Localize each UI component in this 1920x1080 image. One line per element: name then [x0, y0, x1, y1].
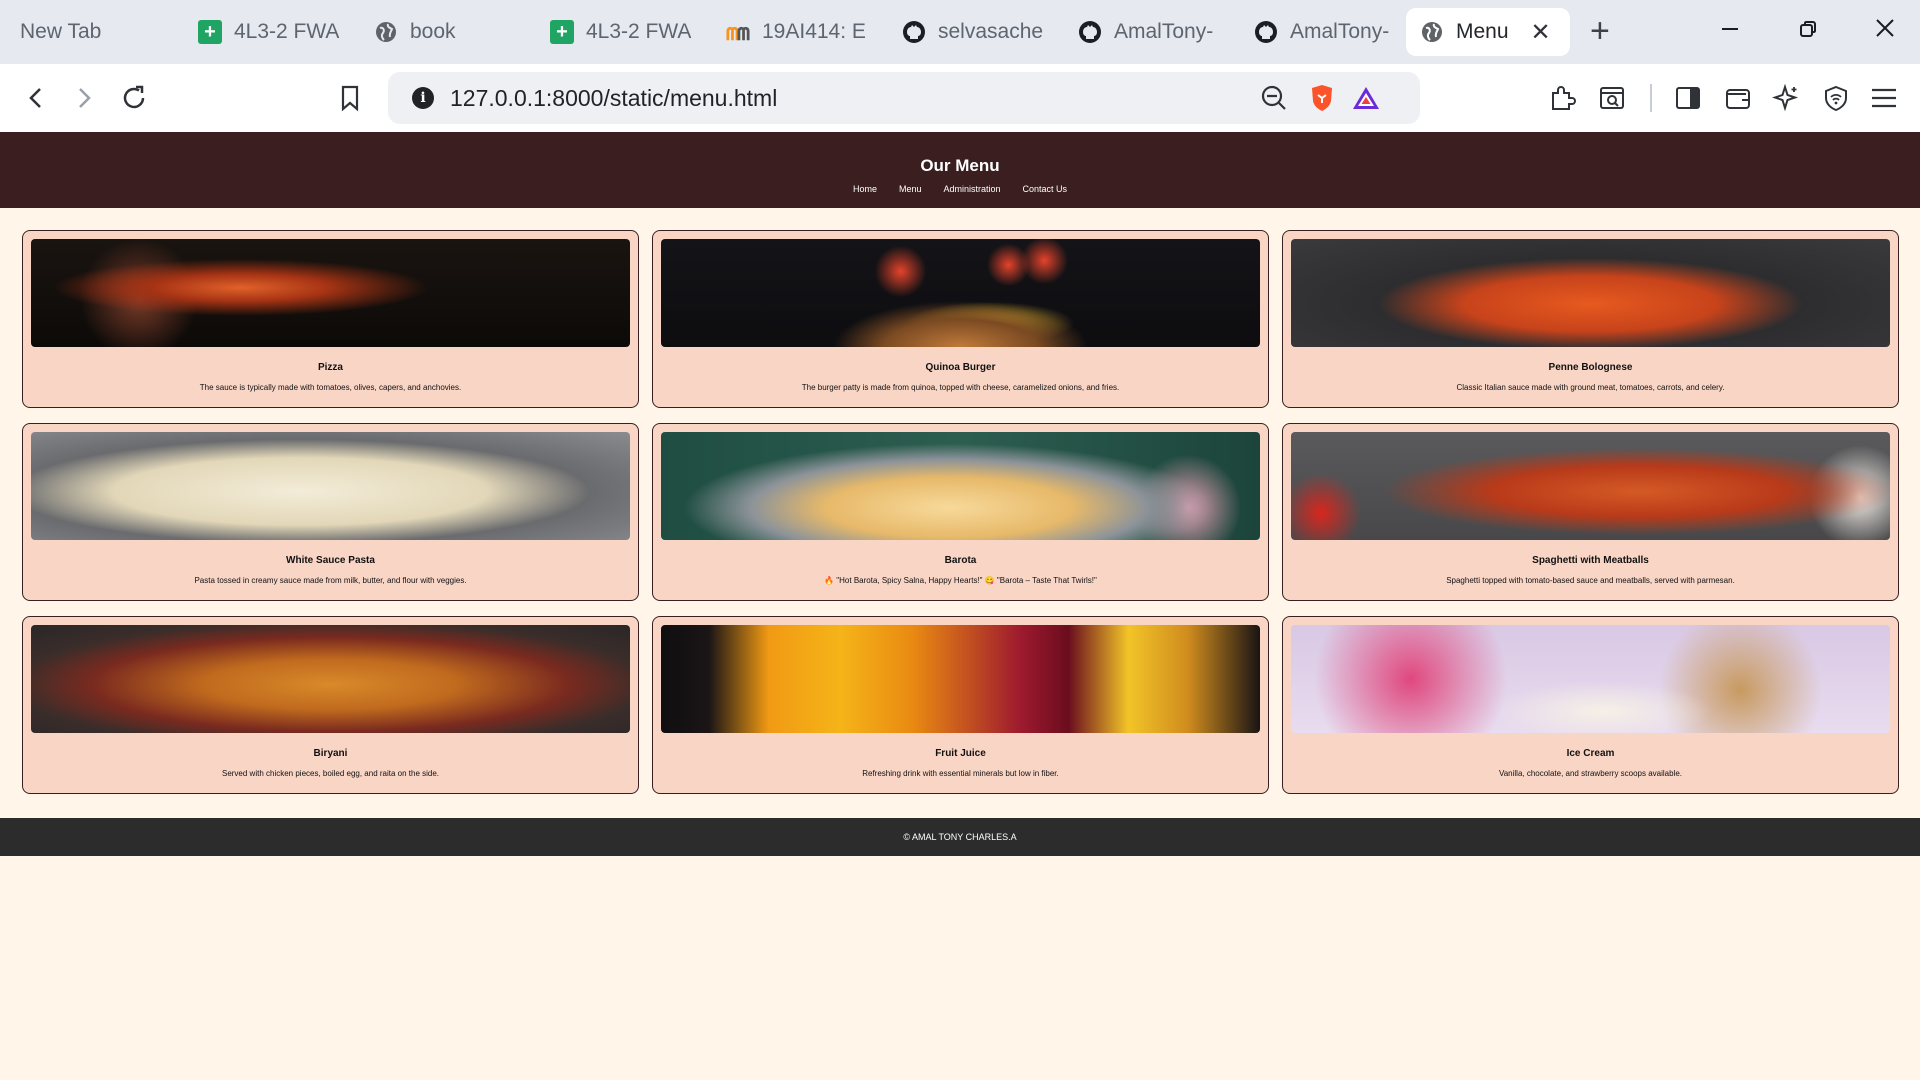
white-sauce-pasta-image — [31, 432, 630, 540]
nav-link-menu[interactable]: Menu — [899, 184, 922, 194]
pizza-image — [31, 239, 630, 347]
menu-item-name: Pizza — [317, 362, 343, 373]
vpn-icon[interactable] — [1820, 82, 1852, 114]
menu-item-name: Spaghetti with Meatballs — [1532, 555, 1649, 566]
back-icon[interactable] — [20, 82, 52, 114]
biryani-image — [31, 625, 630, 733]
menu-card-penne-bolognese: Penne Bolognese Classic Italian sauce ma… — [1282, 230, 1899, 408]
site-info-icon[interactable]: i — [412, 87, 434, 109]
page-title: Our Menu — [920, 156, 1000, 175]
sidebar-icon[interactable] — [1672, 82, 1704, 114]
brave-rewards-icon[interactable] — [1350, 82, 1382, 114]
tab-github-1[interactable]: selvasache — [888, 8, 1058, 56]
google-sheets-icon: + — [550, 20, 574, 44]
tab-title: New Tab — [20, 20, 102, 43]
menu-card-biryani: Biryani Served with chicken pieces, boil… — [22, 616, 639, 794]
tab-title: 4L3-2 FWA — [586, 20, 692, 43]
menu-card-pizza: Pizza The sauce is typically made with t… — [22, 230, 639, 408]
google-sheets-icon: + — [198, 20, 222, 44]
browser-tab-strip: New Tab + 4L3-2 FWA book + 4L3-2 FWA 19A… — [0, 0, 1920, 64]
minimize-icon[interactable] — [1720, 14, 1740, 50]
menu-item-description: Classic Italian sauce made with ground m… — [1456, 383, 1725, 392]
zoom-out-icon[interactable] — [1258, 82, 1290, 114]
menu-item-description: Pasta tossed in creamy sauce made from m… — [194, 576, 467, 585]
menu-card-barota: Barota 🔥 "Hot Barota, Spicy Salna, Happy… — [652, 423, 1269, 601]
menu-item-description: Vanilla, chocolate, and strawberry scoop… — [1498, 769, 1683, 778]
menu-grid: Pizza The sauce is typically made with t… — [22, 230, 1900, 794]
tab-search-icon[interactable] — [1596, 82, 1628, 114]
tab-sheets-2[interactable]: + 4L3-2 FWA — [536, 8, 706, 56]
address-bar[interactable]: i 127.0.0.1:8000/static/menu.html — [388, 72, 1420, 124]
tab-github-2[interactable]: AmalTony- — [1064, 8, 1234, 56]
ice-cream-image — [1291, 625, 1890, 733]
menu-card-ice-cream: Ice Cream Vanilla, chocolate, and strawb… — [1282, 616, 1899, 794]
browser-toolbar: i 127.0.0.1:8000/static/menu.html — [0, 64, 1920, 132]
penne-image — [1291, 239, 1890, 347]
menu-card-white-sauce-pasta: White Sauce Pasta Pasta tossed in creamy… — [22, 423, 639, 601]
menu-card-spaghetti-meatballs: Spaghetti with Meatballs Spaghetti toppe… — [1282, 423, 1899, 601]
nav-link-home[interactable]: Home — [853, 184, 877, 194]
bookmark-icon[interactable] — [334, 82, 366, 114]
leo-ai-icon[interactable] — [1770, 82, 1802, 114]
tab-title: Menu — [1456, 20, 1509, 43]
site-footer: © AMAL TONY CHARLES.A — [0, 818, 1920, 856]
github-icon — [1254, 20, 1278, 44]
tab-menu-active[interactable]: Menu ✕ — [1406, 8, 1570, 56]
github-icon — [902, 20, 926, 44]
tab-github-3[interactable]: AmalTony- — [1240, 8, 1410, 56]
moodle-icon — [726, 20, 750, 44]
menu-item-description: 🔥 "Hot Barota, Spicy Salna, Happy Hearts… — [824, 576, 1097, 585]
hamburger-menu-icon[interactable] — [1868, 82, 1900, 114]
tab-title: book — [410, 20, 456, 43]
menu-item-name: White Sauce Pasta — [286, 555, 375, 566]
tab-new-tab[interactable]: New Tab — [6, 8, 176, 56]
forward-icon[interactable] — [68, 82, 100, 114]
menu-item-name: Ice Cream — [1566, 748, 1615, 759]
toolbar-divider — [1650, 84, 1652, 112]
menu-item-description: Spaghetti topped with tomato-based sauce… — [1446, 576, 1735, 585]
site-header: Our Menu Home Menu Administration Contac… — [0, 132, 1920, 208]
tab-title: AmalTony- — [1114, 20, 1214, 43]
barota-image — [661, 432, 1260, 540]
github-icon — [1078, 20, 1102, 44]
menu-item-name: Quinoa Burger — [925, 362, 996, 373]
url-text[interactable]: 127.0.0.1:8000/static/menu.html — [450, 85, 777, 112]
brave-shield-icon[interactable] — [1306, 82, 1338, 114]
menu-item-description: The burger patty is made from quinoa, to… — [801, 383, 1120, 392]
menu-item-description: Served with chicken pieces, boiled egg, … — [221, 769, 440, 778]
globe-icon — [1420, 20, 1444, 44]
tab-sheets-1[interactable]: + 4L3-2 FWA — [184, 8, 354, 56]
restore-icon[interactable] — [1798, 14, 1818, 50]
close-window-icon[interactable] — [1874, 14, 1896, 50]
new-tab-button[interactable]: + — [1590, 14, 1610, 48]
menu-item-name: Fruit Juice — [935, 748, 986, 759]
wallet-icon[interactable] — [1722, 82, 1754, 114]
tab-title: AmalTony- — [1290, 20, 1390, 43]
tab-title: 19AI414: E — [762, 20, 866, 43]
menu-item-name: Barota — [944, 555, 977, 566]
extensions-icon[interactable] — [1546, 82, 1578, 114]
tab-title: 4L3-2 FWA — [234, 20, 340, 43]
menu-item-name: Penne Bolognese — [1548, 362, 1633, 373]
nav-link-contact-us[interactable]: Contact Us — [1023, 184, 1068, 194]
tab-moodle[interactable]: 19AI414: E — [712, 8, 882, 56]
site-nav: Home Menu Administration Contact Us — [0, 184, 1920, 194]
tab-title: selvasache — [938, 20, 1044, 43]
tab-book[interactable]: book — [360, 8, 530, 56]
menu-item-name: Biryani — [313, 748, 348, 759]
spaghetti-image — [1291, 432, 1890, 540]
fruit-juice-image — [661, 625, 1260, 733]
menu-item-description: Refreshing drink with essential minerals… — [862, 769, 1059, 778]
burger-image — [661, 239, 1260, 347]
menu-card-quinoa-burger: Quinoa Burger The burger patty is made f… — [652, 230, 1269, 408]
close-tab-icon[interactable]: ✕ — [1531, 18, 1551, 47]
nav-link-administration[interactable]: Administration — [943, 184, 1000, 194]
reload-icon[interactable] — [118, 82, 150, 114]
menu-card-fruit-juice: Fruit Juice Refreshing drink with essent… — [652, 616, 1269, 794]
menu-item-description: The sauce is typically made with tomatoe… — [199, 383, 462, 392]
footer-copyright: © AMAL TONY CHARLES.A — [903, 832, 1017, 842]
globe-icon — [374, 20, 398, 44]
